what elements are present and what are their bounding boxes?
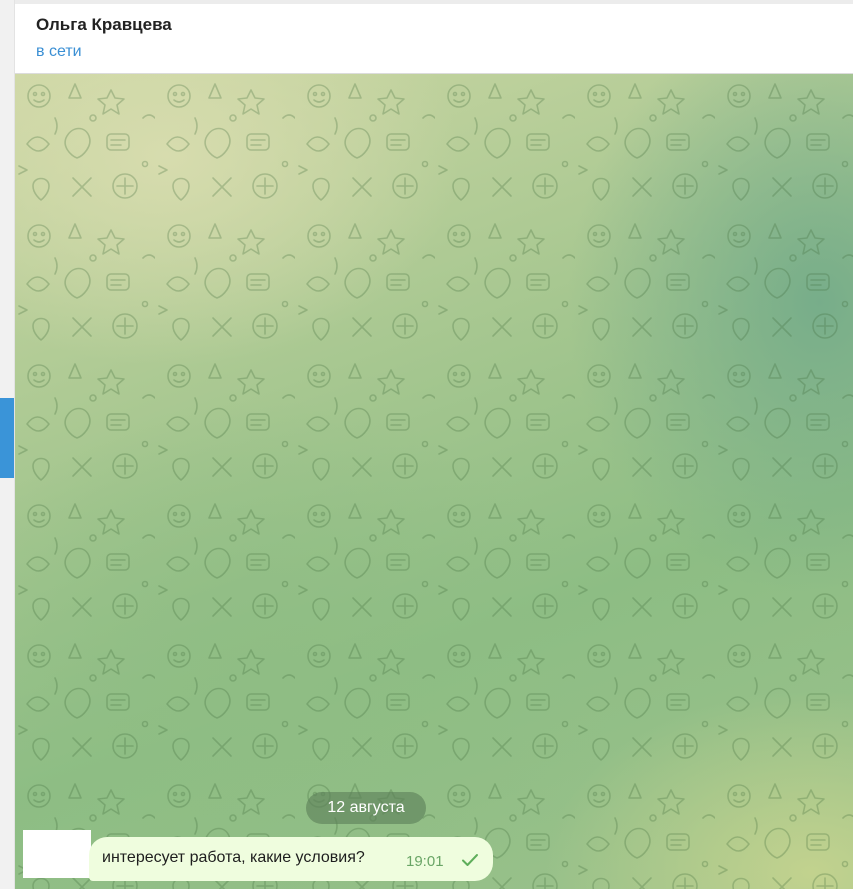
message-text: интересует работа, какие условия?: [102, 849, 365, 866]
chat-messages-area[interactable]: 12 августа интересует работа, какие усло…: [15, 74, 853, 889]
date-separator: 12 августа: [306, 792, 426, 824]
sender-avatar[interactable]: [23, 830, 91, 878]
wallpaper-pattern: [15, 74, 853, 889]
chat-list-edge: [0, 0, 15, 889]
message-bubble[interactable]: интересует работа, какие условия? 19:01: [89, 837, 493, 881]
header-divider: [15, 0, 853, 4]
message-time: 19:01: [406, 853, 444, 870]
single-check-icon: [462, 854, 478, 866]
contact-name[interactable]: Ольга Кравцева: [36, 15, 172, 35]
chat-header[interactable]: Ольга Кравцева в сети: [15, 0, 853, 74]
selected-chat-indicator: [0, 398, 14, 478]
contact-status: в сети: [36, 43, 82, 60]
